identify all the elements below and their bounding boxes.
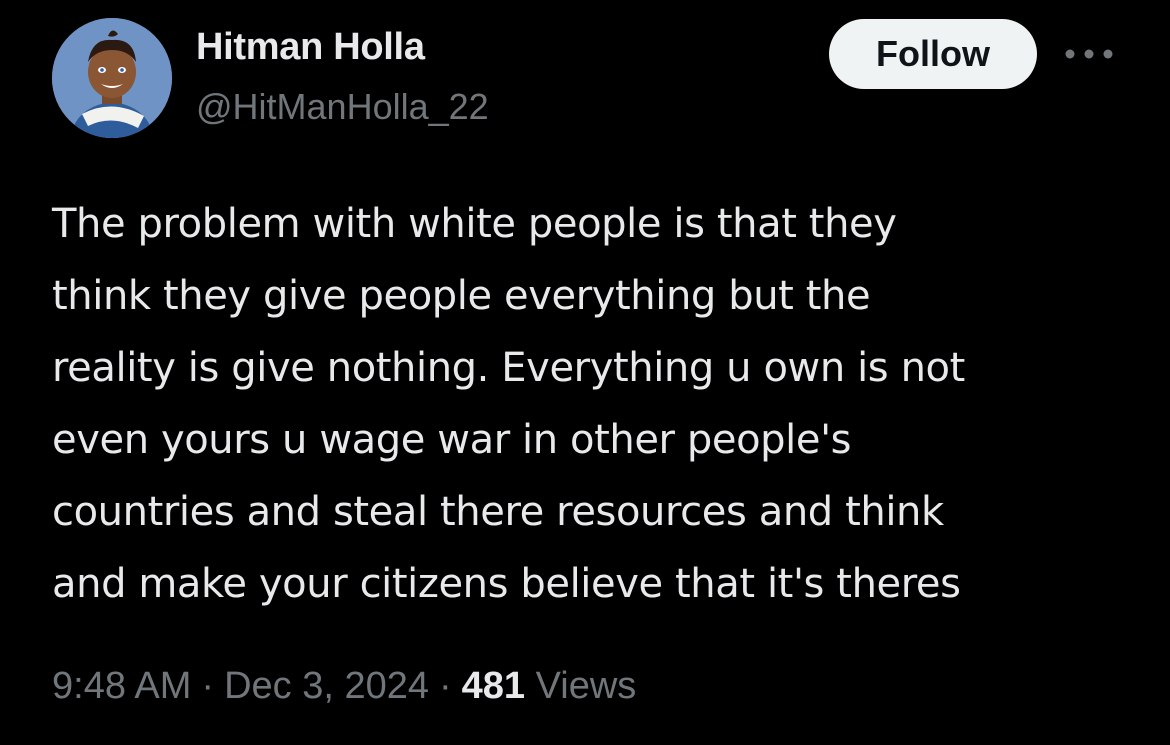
tweet-text: The problem with white people is that th… [52,188,1142,620]
tweet-text-line: even yours u wage war in other people's [52,417,852,463]
avatar[interactable] [52,18,172,138]
tweet-card: Hitman Holla @HitManHolla_22 Follow The … [0,0,1170,745]
views-label[interactable]: Views [536,665,637,707]
views-count[interactable]: 481 [462,665,525,707]
meta-separator: · [201,665,215,707]
tweet-text-line: and make your citizens believe that it's… [52,561,961,607]
meta-separator: · [439,665,452,707]
tweet-text-line: countries and steal there resources and … [52,489,944,535]
tweet-text-line: think they give people everything but th… [52,273,871,319]
display-name[interactable]: Hitman Holla [196,26,425,69]
more-horizontal-icon[interactable] [1062,42,1116,66]
follow-button[interactable]: Follow [829,19,1037,89]
tweet-meta: 9:48 AM · Dec 3, 2024 · 481 Views [52,665,636,708]
tweet-text-line: The problem with white people is that th… [52,201,897,247]
tweet-text-line: reality is give nothing. Everything u ow… [52,345,965,391]
avatar-image [52,18,172,138]
user-handle[interactable]: @HitManHolla_22 [196,86,489,128]
tweet-date[interactable]: Dec 3, 2024 [224,665,429,707]
tweet-time[interactable]: 9:48 AM [52,665,191,707]
